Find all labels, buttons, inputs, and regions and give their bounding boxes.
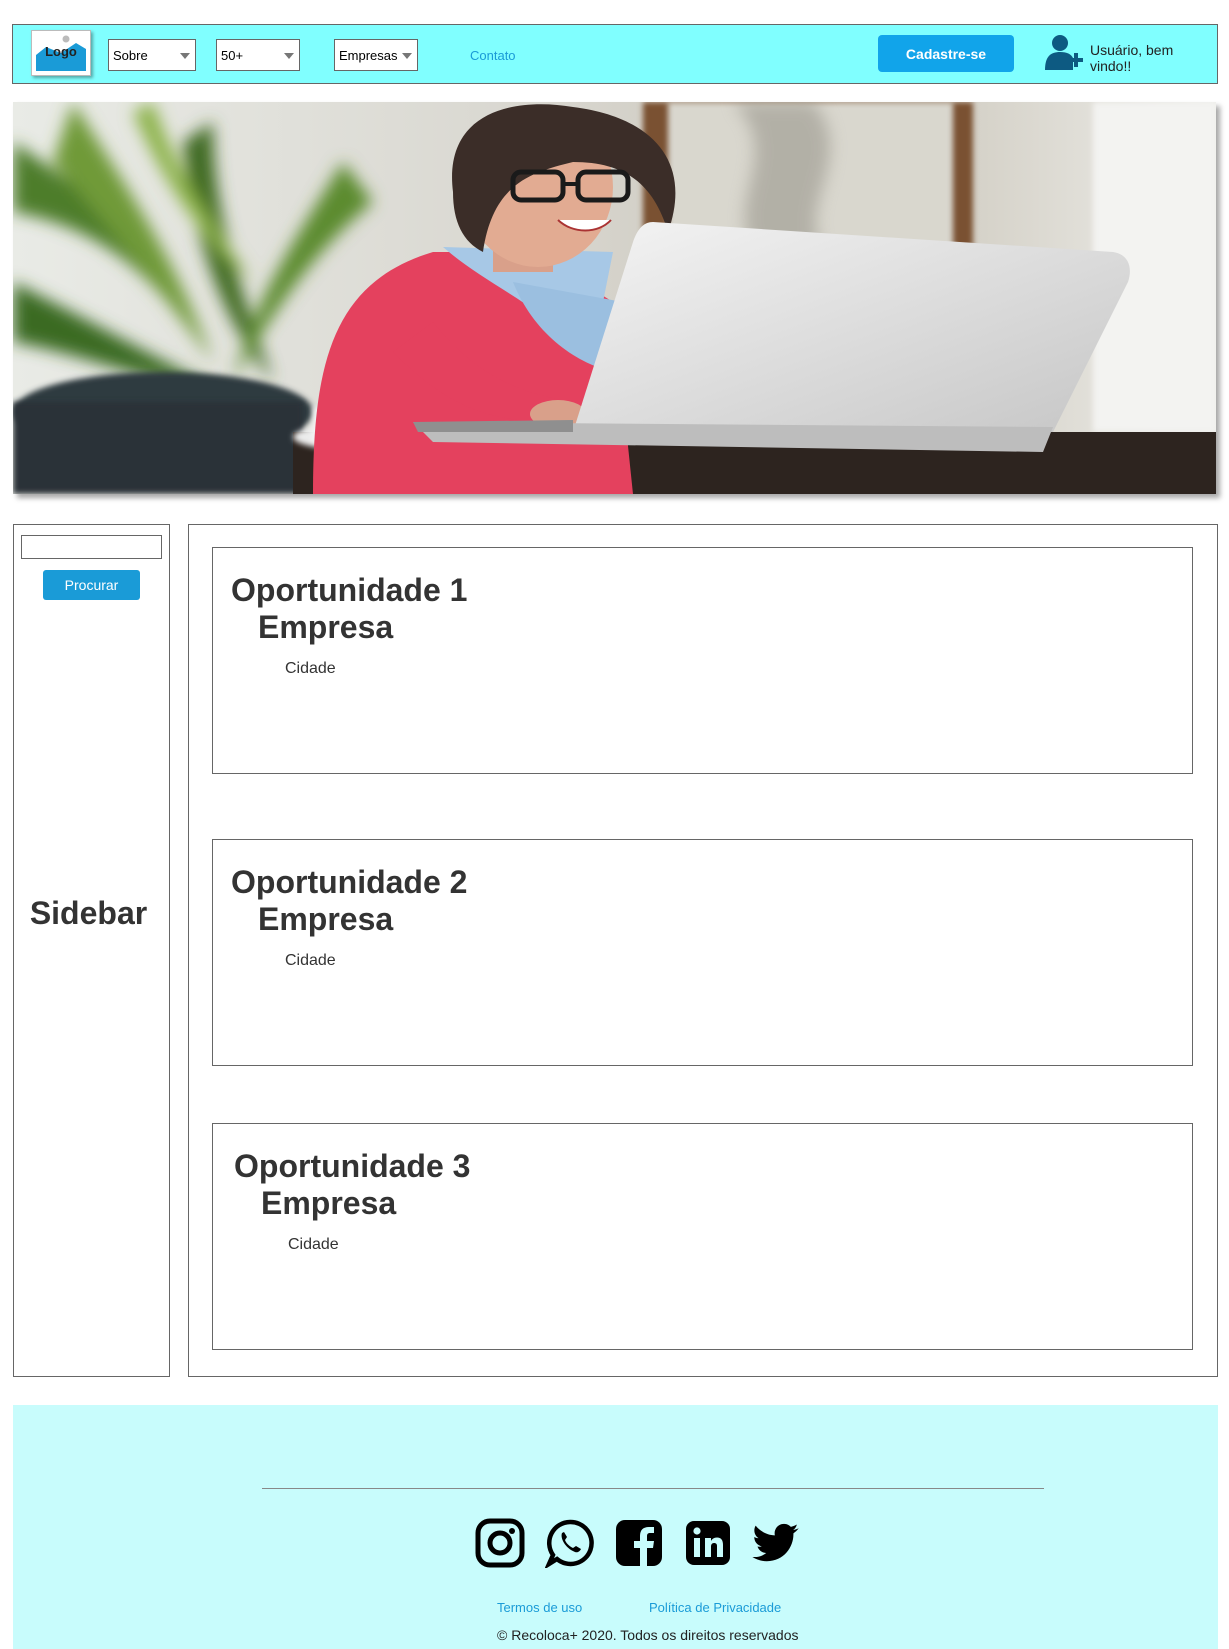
opportunity-city: Cidade bbox=[285, 952, 336, 969]
opportunity-company: Empresa bbox=[261, 1185, 397, 1221]
whatsapp-icon[interactable] bbox=[545, 1518, 595, 1568]
opportunity-card[interactable]: Oportunidade 1 Empresa Cidade bbox=[212, 547, 1193, 774]
menu-sobre-dropdown[interactable]: Sobre bbox=[108, 39, 196, 71]
sidebar: Procurar Sidebar bbox=[13, 524, 170, 1377]
contato-link[interactable]: Contato bbox=[470, 48, 516, 63]
menu-50plus-label: 50+ bbox=[221, 48, 244, 63]
opportunity-company: Empresa bbox=[258, 901, 394, 937]
linkedin-icon[interactable] bbox=[683, 1518, 733, 1568]
terms-link[interactable]: Termos de uso bbox=[497, 1600, 582, 1615]
top-navbar: Logo Sobre 50+ Empresas Contato Cadastre… bbox=[12, 24, 1218, 84]
facebook-icon[interactable] bbox=[614, 1518, 664, 1568]
add-user-icon[interactable] bbox=[1043, 34, 1085, 72]
logo[interactable]: Logo bbox=[31, 30, 91, 76]
opportunity-city: Cidade bbox=[288, 1236, 339, 1253]
opportunity-title: Oportunidade 2 bbox=[231, 864, 468, 900]
menu-50plus-dropdown[interactable]: 50+ bbox=[216, 39, 300, 71]
copyright-text: © Recoloca+ 2020. Todos os direitos rese… bbox=[497, 1627, 799, 1643]
hero-image bbox=[13, 102, 1216, 494]
instagram-icon[interactable] bbox=[475, 1518, 525, 1568]
opportunity-card[interactable]: Oportunidade 3 Empresa Cidade bbox=[212, 1123, 1193, 1350]
menu-sobre-label: Sobre bbox=[113, 48, 148, 63]
chevron-down-icon bbox=[402, 53, 412, 59]
search-input[interactable] bbox=[21, 535, 162, 559]
opportunity-title: Oportunidade 1 bbox=[231, 572, 468, 608]
twitter-icon[interactable] bbox=[752, 1518, 802, 1568]
opportunity-company: Empresa bbox=[258, 609, 394, 645]
chevron-down-icon bbox=[284, 53, 294, 59]
menu-empresas-dropdown[interactable]: Empresas bbox=[334, 39, 418, 71]
logo-label: Logo bbox=[45, 44, 77, 59]
search-button[interactable]: Procurar bbox=[43, 570, 140, 600]
footer-divider bbox=[262, 1488, 1044, 1489]
menu-empresas-label: Empresas bbox=[339, 48, 398, 63]
chevron-down-icon bbox=[180, 53, 190, 59]
privacy-link[interactable]: Política de Privacidade bbox=[649, 1600, 781, 1615]
signup-button[interactable]: Cadastre-se bbox=[878, 35, 1014, 72]
opportunity-title: Oportunidade 3 bbox=[234, 1148, 471, 1184]
user-greeting: Usuário, bem vindo!! bbox=[1090, 42, 1174, 74]
footer: Termos de uso Política de Privacidade © … bbox=[13, 1405, 1218, 1649]
opportunity-city: Cidade bbox=[285, 660, 336, 677]
opportunity-card[interactable]: Oportunidade 2 Empresa Cidade bbox=[212, 839, 1193, 1066]
photo-woman-laptop-icon bbox=[13, 102, 1216, 494]
opportunity-list: Oportunidade 1 Empresa Cidade Oportunida… bbox=[188, 524, 1218, 1377]
sidebar-title: Sidebar bbox=[29, 895, 148, 931]
